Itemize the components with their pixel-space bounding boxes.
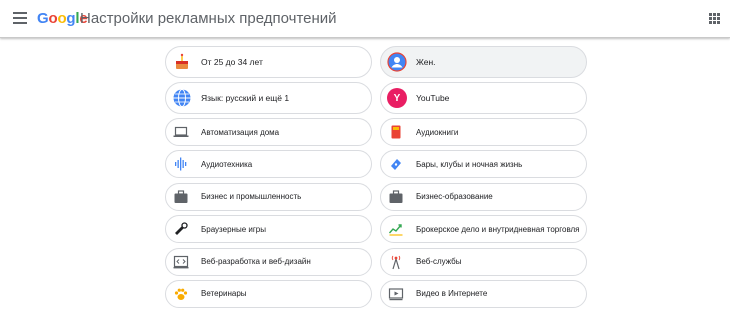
card-label: Бизнес и промышленность — [201, 192, 302, 202]
book-icon — [391, 125, 401, 139]
top-app-bar: Google Настройки рекламных предпочтений — [0, 0, 730, 38]
card-label: Бары, клубы и ночная жизнь — [416, 159, 523, 169]
card-label: Жен. — [416, 57, 436, 67]
topic-card[interactable]: Бизнес и промышленность — [165, 182, 372, 211]
card-label: Видео в Интернете — [416, 289, 488, 299]
apps-grid-icon[interactable] — [709, 13, 720, 24]
video-player-icon — [388, 288, 404, 301]
youtube-badge-icon: Y — [387, 88, 407, 108]
briefcase-icon — [389, 190, 403, 203]
card-label: Аудиокниги — [416, 127, 459, 137]
youtube-card[interactable]: Y YouTube — [380, 82, 587, 114]
topic-card[interactable]: Бизнес-образование — [380, 182, 587, 211]
topic-card[interactable]: Бары, клубы и ночная жизнь — [380, 150, 587, 179]
age-card[interactable]: От 25 до 34 лет — [165, 46, 372, 78]
paw-icon — [174, 288, 188, 300]
card-label: Ветеринары — [201, 289, 247, 299]
topic-card[interactable]: Веб-службы — [380, 247, 587, 276]
card-label: Веб-разработка и веб-дизайн — [201, 257, 311, 267]
card-label: Автоматизация дома — [201, 127, 280, 137]
card-label: Бизнес-образование — [416, 192, 493, 202]
card-label: Брокерское дело и внутридневная торговля — [416, 224, 580, 234]
person-icon — [387, 52, 407, 72]
gamepad-icon — [175, 222, 188, 236]
language-card[interactable]: Язык: русский и ещё 1 — [165, 82, 372, 114]
code-window-icon — [173, 255, 189, 268]
ticket-icon — [391, 159, 401, 171]
ad-topics-grid: От 25 до 34 лет Жен. Язык: русский и ещё… — [165, 46, 587, 312]
topic-card[interactable]: Брокерское дело и внутридневная торговля — [380, 215, 587, 244]
card-label: Аудиотехника — [201, 159, 253, 169]
topic-card[interactable]: Веб-разработка и веб-дизайн — [165, 247, 372, 276]
card-label: Язык: русский и ещё 1 — [201, 93, 290, 103]
trend-chart-icon — [388, 224, 403, 236]
audio-wave-icon — [175, 157, 187, 171]
topic-card[interactable]: Браузерные игры — [165, 215, 372, 244]
laptop-icon — [173, 126, 189, 137]
menu-icon[interactable] — [13, 12, 27, 24]
topic-card[interactable]: Аудиокниги — [380, 118, 587, 146]
card-label: YouTube — [416, 93, 450, 103]
antenna-icon — [391, 255, 401, 269]
page-title: Настройки рекламных предпочтений — [80, 10, 337, 27]
card-label: От 25 до 34 лет — [201, 57, 263, 67]
logo-letter: G — [37, 10, 49, 27]
briefcase-icon — [174, 190, 188, 203]
topic-card[interactable]: Автоматизация дома — [165, 118, 372, 146]
card-label: Веб-службы — [416, 257, 462, 267]
card-label: Браузерные игры — [201, 224, 266, 234]
topic-card[interactable]: Аудиотехника — [165, 150, 372, 179]
cake-icon — [176, 53, 188, 69]
topic-card[interactable]: Видео в Интернете — [380, 279, 587, 308]
gender-card[interactable]: Жен. — [380, 46, 587, 78]
topic-card[interactable]: Ветеринары — [165, 279, 372, 308]
globe-icon — [173, 89, 191, 107]
